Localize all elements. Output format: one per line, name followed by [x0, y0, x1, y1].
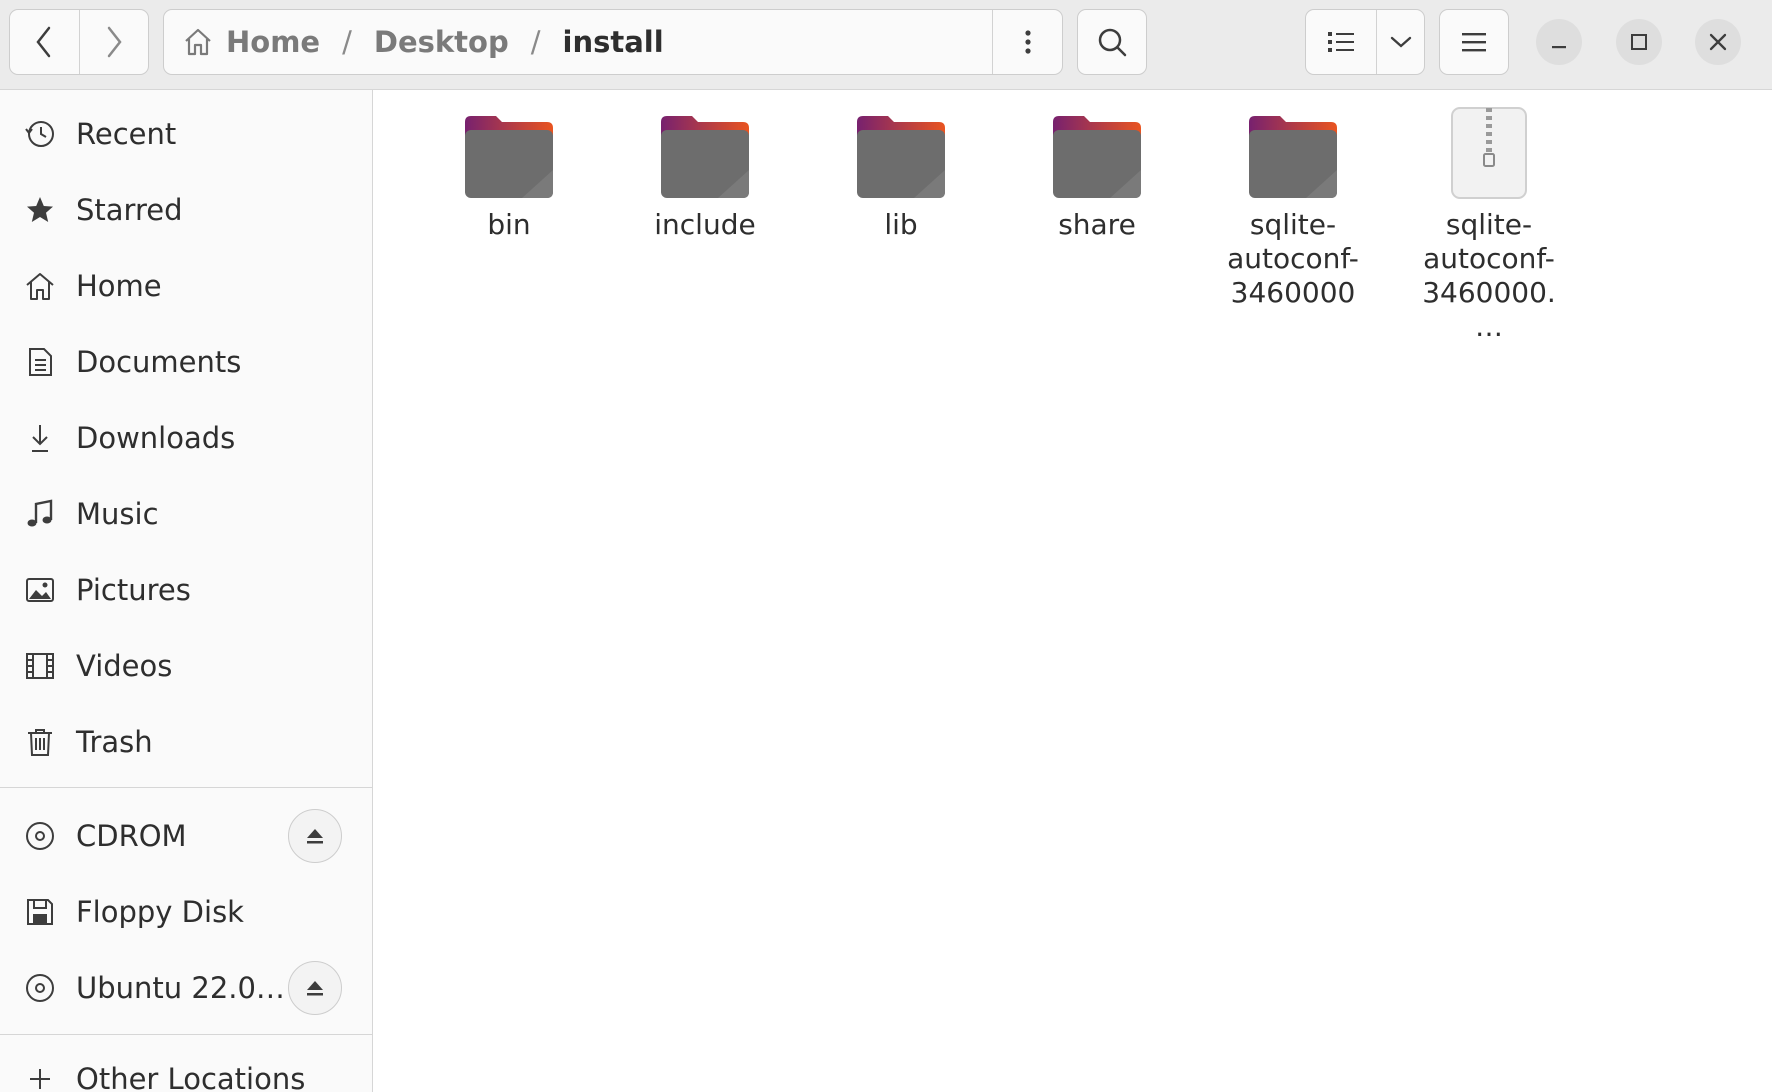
breadcrumb-home[interactable]: Home: [226, 25, 320, 59]
eject-icon: [307, 829, 323, 844]
breadcrumb-separator: /: [530, 25, 541, 59]
chevron-down-icon: [1390, 36, 1411, 48]
minimize-button[interactable]: [1536, 19, 1582, 65]
breadcrumb-desktop[interactable]: Desktop: [374, 25, 509, 59]
sidebar-item-music[interactable]: Music: [0, 481, 372, 547]
header-bar: Home / Desktop / install: [0, 0, 1772, 90]
file-grid: bin include lib share sqlite-autoconf-34: [374, 90, 1772, 1092]
sidebar-item-recent[interactable]: Recent: [0, 101, 372, 167]
sidebar-divider: [0, 787, 372, 788]
file-name: sqlite-autoconf-3460000.…: [1422, 208, 1556, 343]
download-icon: [22, 420, 58, 456]
folder-icon: [462, 100, 556, 200]
plus-icon: [22, 1061, 58, 1092]
floppy-icon: [22, 894, 58, 930]
close-button[interactable]: [1695, 19, 1741, 65]
maximize-button[interactable]: [1616, 19, 1662, 65]
breadcrumb-install[interactable]: install: [563, 25, 664, 59]
eject-button[interactable]: [288, 809, 342, 863]
file-item-include[interactable]: include: [620, 100, 790, 242]
star-icon: [22, 192, 58, 228]
file-item-share[interactable]: share: [1012, 100, 1182, 242]
sidebar-item-label: Other Locations: [76, 1062, 306, 1092]
document-icon: [22, 344, 58, 380]
sidebar-item-label: Documents: [76, 345, 242, 379]
sidebar-item-ubuntu[interactable]: Ubuntu 22.0…: [0, 955, 372, 1021]
music-icon: [22, 496, 58, 532]
file-name: sqlite-autoconf-3460000: [1227, 208, 1359, 309]
sidebar-item-cdrom[interactable]: CDROM: [0, 803, 372, 869]
file-name: lib: [884, 208, 918, 241]
clock-icon: [22, 116, 58, 152]
home-icon: [182, 25, 216, 59]
sidebar-item-trash[interactable]: Trash: [0, 709, 372, 775]
sidebar-item-label: Home: [76, 269, 162, 303]
sidebar-item-label: Pictures: [76, 573, 191, 607]
search-button[interactable]: [1077, 9, 1147, 75]
sidebar-item-label: Videos: [76, 649, 173, 683]
trash-icon: [22, 724, 58, 760]
file-item-lib[interactable]: lib: [816, 100, 986, 242]
sidebar-item-label: Floppy Disk: [76, 895, 244, 929]
sidebar-item-home[interactable]: Home: [0, 253, 372, 319]
sidebar-item-documents[interactable]: Documents: [0, 329, 372, 395]
folder-icon: [658, 100, 752, 200]
path-bar: Home / Desktop / install: [163, 9, 1063, 75]
file-name: include: [654, 208, 756, 241]
file-name: bin: [487, 208, 531, 241]
sidebar-item-label: Starred: [76, 193, 183, 227]
view-dropdown-button[interactable]: [1376, 10, 1424, 74]
file-item-bin[interactable]: bin: [424, 100, 594, 242]
hamburger-menu-icon: [1462, 33, 1486, 52]
sidebar-item-label: Music: [76, 497, 159, 531]
sidebar-item-videos[interactable]: Videos: [0, 633, 372, 699]
list-view-button[interactable]: [1306, 10, 1376, 74]
search-icon: [1098, 28, 1127, 57]
file-manager-window: Home / Desktop / install Recent Starred …: [0, 0, 1772, 1092]
breadcrumb: Home / Desktop / install: [164, 10, 992, 74]
breadcrumb-separator: /: [342, 25, 352, 59]
sidebar-item-label: Recent: [76, 117, 177, 151]
sidebar-item-other-locations[interactable]: Other Locations: [0, 1046, 372, 1092]
folder-icon: [854, 100, 948, 200]
back-button[interactable]: [10, 10, 79, 74]
path-menu-button[interactable]: [992, 10, 1062, 74]
disc-icon: [22, 818, 58, 854]
home-icon: [22, 268, 58, 304]
film-icon: [22, 648, 58, 684]
file-item-sqlite-archive[interactable]: sqlite-autoconf-3460000.…: [1404, 100, 1574, 344]
sidebar-item-downloads[interactable]: Downloads: [0, 405, 372, 471]
folder-icon: [1050, 100, 1144, 200]
sidebar-item-floppy-disk[interactable]: Floppy Disk: [0, 879, 372, 945]
close-icon: [1709, 33, 1727, 51]
sidebar-item-starred[interactable]: Starred: [0, 177, 372, 243]
sidebar-divider: [0, 1034, 372, 1035]
disc-icon: [22, 970, 58, 1006]
picture-icon: [22, 572, 58, 608]
file-name: share: [1058, 208, 1136, 241]
main-menu-button[interactable]: [1439, 9, 1509, 75]
sidebar-item-pictures[interactable]: Pictures: [0, 557, 372, 623]
file-item-sqlite-folder[interactable]: sqlite-autoconf-3460000: [1208, 100, 1378, 310]
eject-button[interactable]: [288, 961, 342, 1015]
forward-button[interactable]: [78, 10, 149, 74]
list-view-icon: [1328, 32, 1354, 52]
folder-icon: [1246, 100, 1340, 200]
view-options: [1305, 9, 1425, 75]
chevron-left-icon: [36, 26, 51, 58]
vertical-dots-icon: [1024, 30, 1031, 54]
sidebar: Recent Starred Home Documents Downloads: [0, 90, 373, 1092]
sidebar-item-label: CDROM: [76, 819, 187, 853]
sidebar-item-label: Ubuntu 22.0…: [76, 971, 285, 1005]
navigation-buttons: [9, 9, 149, 75]
minimize-icon: [1552, 46, 1566, 49]
eject-icon: [307, 981, 323, 996]
archive-icon: [1450, 100, 1528, 200]
chevron-right-icon: [107, 26, 122, 58]
sidebar-item-label: Downloads: [76, 421, 236, 455]
maximize-icon: [1631, 34, 1647, 50]
sidebar-item-label: Trash: [76, 725, 153, 759]
